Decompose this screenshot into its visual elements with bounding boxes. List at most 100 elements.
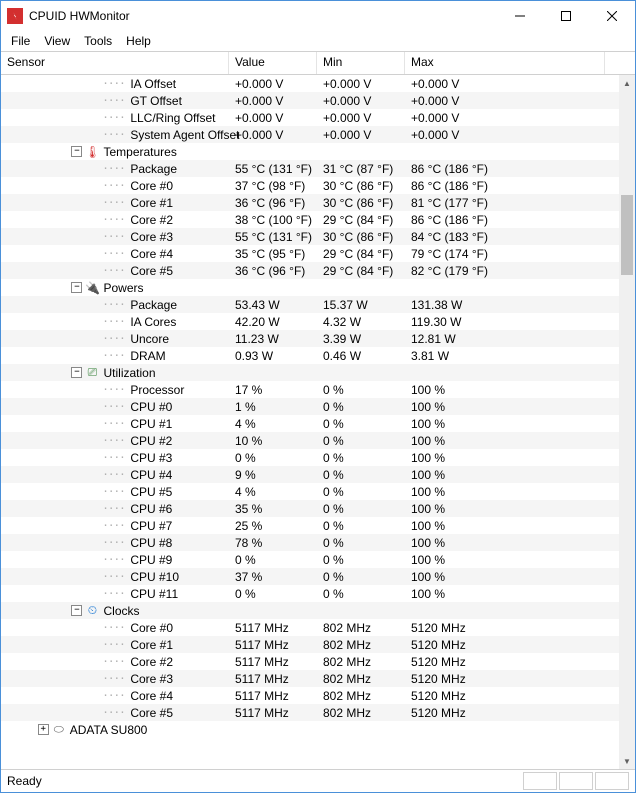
column-headers: Sensor Value Min Max [1,51,635,75]
sensor-label: Core #1 [130,196,173,210]
expand-toggle[interactable]: − [71,146,82,157]
cell-value: 0.93 W [229,349,317,363]
cell-min: 0 % [317,417,405,431]
sensor-row: ···· Core #435 °C (95 °F)29 °C (84 °F)79… [1,245,619,262]
cell-min: 15.37 W [317,298,405,312]
cell-value: +0.000 V [229,128,317,142]
cell-min: 0.46 W [317,349,405,363]
cell-value: 4 % [229,417,317,431]
sensor-label: Temperatures [103,145,176,159]
expand-toggle[interactable]: − [71,605,82,616]
sensor-label: CPU #3 [130,451,172,465]
cell-min: 802 MHz [317,621,405,635]
sensor-label: IA Offset [130,77,176,91]
cell-max: 100 % [405,536,605,550]
sensor-label: Core #4 [130,247,173,261]
menu-view[interactable]: View [38,32,76,50]
cell-max: 81 °C (177 °F) [405,196,605,210]
sensor-row: ···· Core #05117 MHz802 MHz5120 MHz [1,619,619,636]
expand-toggle[interactable]: − [71,367,82,378]
sensor-label: GT Offset [130,94,182,108]
cell-max: 100 % [405,468,605,482]
col-min[interactable]: Min [317,52,405,74]
tree-section[interactable]: −🔌Powers [1,279,619,296]
cell-max: 5120 MHz [405,638,605,652]
cell-value: 9 % [229,468,317,482]
cell-max: 84 °C (183 °F) [405,230,605,244]
tree-section[interactable]: +⬭ADATA SU800 [1,721,619,738]
menu-help[interactable]: Help [120,32,157,50]
cell-value: 42.20 W [229,315,317,329]
cell-max: 79 °C (174 °F) [405,247,605,261]
status-box [559,772,593,790]
sensor-row: ···· GT Offset+0.000 V+0.000 V+0.000 V [1,92,619,109]
maximize-button[interactable] [543,1,589,31]
cell-value: 55 °C (131 °F) [229,162,317,176]
sensor-row: ···· CPU #90 %0 %100 % [1,551,619,568]
cell-min: 4.32 W [317,315,405,329]
sensor-row: ···· CPU #725 %0 %100 % [1,517,619,534]
cell-min: 31 °C (87 °F) [317,162,405,176]
scroll-down-icon[interactable]: ▼ [619,753,635,769]
sensor-row: ···· Processor17 %0 %100 % [1,381,619,398]
menu-file[interactable]: File [5,32,36,50]
sensor-row: ···· CPU #30 %0 %100 % [1,449,619,466]
cell-value: +0.000 V [229,111,317,125]
sensor-row: ···· CPU #01 %0 %100 % [1,398,619,415]
tree-section[interactable]: −🌡 Temperatures [1,143,619,160]
col-sensor[interactable]: Sensor [1,52,229,74]
sensor-label: Processor [130,383,184,397]
sensor-label: Package [130,298,177,312]
window-title: CPUID HWMonitor [29,9,130,23]
cell-max: 86 °C (186 °F) [405,179,605,193]
cell-max: 100 % [405,570,605,584]
cell-min: 29 °C (84 °F) [317,264,405,278]
close-button[interactable] [589,1,635,31]
cell-max: 5120 MHz [405,655,605,669]
cell-max: 5120 MHz [405,672,605,686]
cell-value: 5117 MHz [229,621,317,635]
cell-max: 100 % [405,485,605,499]
expand-toggle[interactable]: − [71,282,82,293]
col-max[interactable]: Max [405,52,605,74]
sensor-row: ···· Core #25117 MHz802 MHz5120 MHz [1,653,619,670]
power-icon: 🔌 [85,281,99,295]
cell-max: 5120 MHz [405,689,605,703]
scroll-up-icon[interactable]: ▲ [619,75,635,91]
expand-toggle[interactable]: + [38,724,49,735]
tree-section[interactable]: −⎚Utilization [1,364,619,381]
cell-max: +0.000 V [405,94,605,108]
vertical-scrollbar[interactable]: ▲ ▼ [619,75,635,769]
col-value[interactable]: Value [229,52,317,74]
cell-max: +0.000 V [405,111,605,125]
tree-section[interactable]: −⏲Clocks [1,602,619,619]
sensor-label: CPU #9 [130,553,172,567]
cell-min: 0 % [317,587,405,601]
sensor-row: ···· System Agent Offset+0.000 V+0.000 V… [1,126,619,143]
cell-max: 100 % [405,434,605,448]
sensor-label: Utilization [103,366,155,380]
minimize-button[interactable] [497,1,543,31]
cell-min: 802 MHz [317,672,405,686]
status-box [595,772,629,790]
cell-max: 5120 MHz [405,621,605,635]
cell-max: 100 % [405,383,605,397]
sensor-row: ···· CPU #14 %0 %100 % [1,415,619,432]
sensor-label: CPU #6 [130,502,172,516]
cell-min: +0.000 V [317,128,405,142]
cell-value: 53.43 W [229,298,317,312]
scroll-thumb[interactable] [621,195,633,275]
sensor-label: Core #0 [130,621,173,635]
sensor-row: ···· Core #238 °C (100 °F)29 °C (84 °F)8… [1,211,619,228]
sensor-label: Core #0 [130,179,173,193]
status-text: Ready [7,774,521,788]
titlebar[interactable]: CPUID HWMonitor [1,1,635,31]
sensor-row: ···· Package55 °C (131 °F)31 °C (87 °F)8… [1,160,619,177]
sensor-label: Core #4 [130,689,173,703]
cell-max: 86 °C (186 °F) [405,162,605,176]
cell-value: 0 % [229,451,317,465]
sensor-label: CPU #11 [130,587,178,601]
temp-icon: 🌡 [85,145,99,159]
cell-max: 86 °C (186 °F) [405,213,605,227]
menu-tools[interactable]: Tools [78,32,118,50]
